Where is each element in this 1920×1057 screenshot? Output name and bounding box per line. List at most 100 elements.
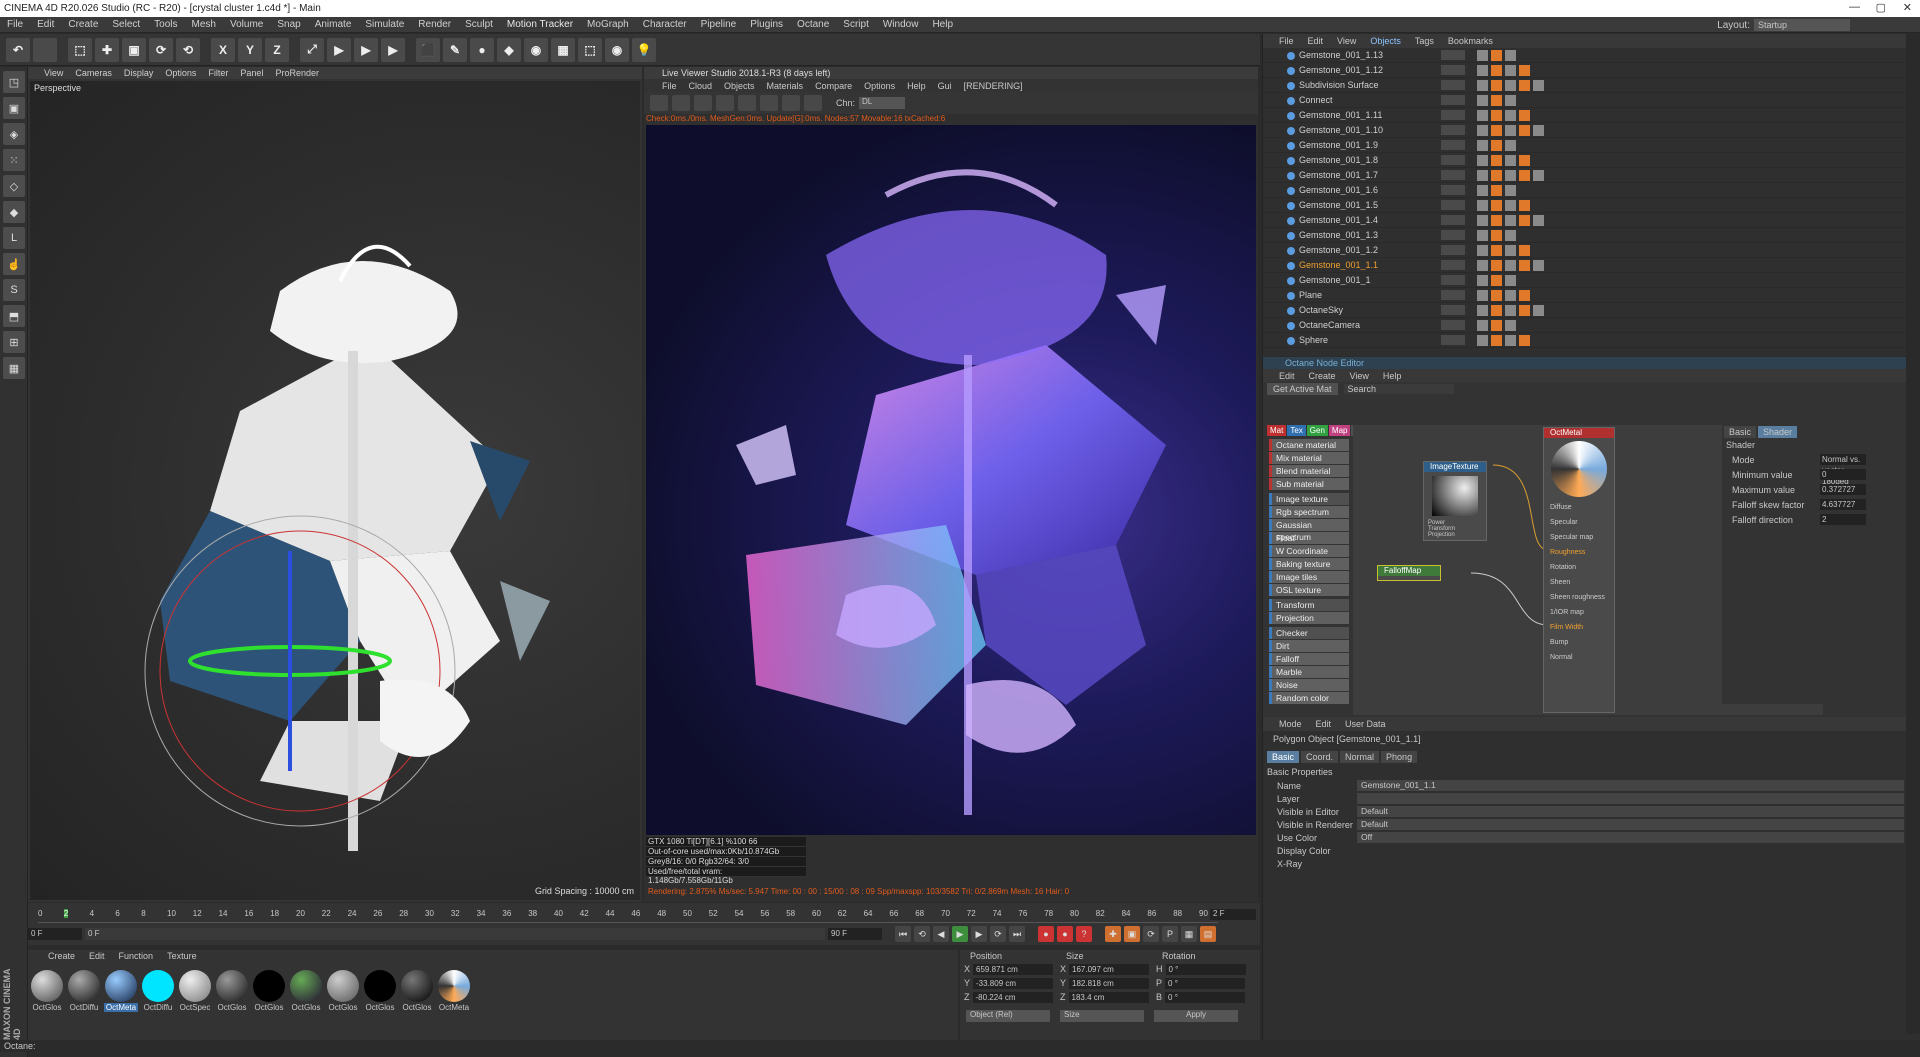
visibility-flags[interactable] (1441, 245, 1465, 255)
object-row[interactable]: Gemstone_001_1.11 (1263, 108, 1920, 123)
param-value[interactable]: 4.637727 (1820, 499, 1866, 510)
material-tag-icon[interactable] (1505, 214, 1516, 226)
toolbar-button-10[interactable]: ⤢ (300, 37, 324, 62)
material-tag-icon[interactable] (1491, 304, 1502, 316)
coord-value[interactable]: 183.4 cm (1068, 991, 1149, 1003)
node-tab-shader[interactable]: Shader (1758, 426, 1798, 438)
material-tag-icon[interactable] (1533, 124, 1544, 136)
material-tag-icon[interactable] (1505, 259, 1516, 271)
toolbar-button-17[interactable]: ◆ (497, 37, 521, 62)
viewport-menu-options[interactable]: Options (165, 68, 196, 78)
toolbar-button-9[interactable]: Z (265, 37, 289, 62)
menu-plugins[interactable]: Plugins (743, 19, 790, 30)
material-tag-icon[interactable] (1533, 259, 1544, 271)
material-item[interactable]: OctGlos (363, 970, 397, 1012)
material-tag-icon[interactable] (1519, 214, 1530, 226)
material-tag-icon[interactable] (1491, 124, 1502, 136)
material-tag-icon[interactable] (1477, 214, 1488, 226)
material-tag-icon[interactable] (1505, 124, 1516, 136)
material-tag-icon[interactable] (1519, 244, 1530, 256)
material-item[interactable]: OctDiffu (141, 970, 175, 1012)
close-button[interactable]: ✕ (1903, 1, 1912, 14)
material-tag-icon[interactable] (1505, 109, 1516, 121)
record-icon[interactable]: ● (1038, 926, 1054, 942)
node-type-item[interactable]: Octane material (1269, 439, 1349, 451)
start-frame-field[interactable]: 0 F (28, 928, 82, 940)
node-menu-help[interactable]: Help (1383, 371, 1402, 381)
visibility-flags[interactable] (1441, 335, 1465, 345)
play-icon[interactable]: ▶ (952, 926, 968, 942)
material-menu-function[interactable]: Function (119, 951, 154, 961)
end-frame-field[interactable]: 90 F (828, 928, 882, 940)
material-tag-icon[interactable] (1519, 169, 1530, 181)
get-active-mat-button[interactable]: Get Active Mat (1267, 383, 1338, 395)
node-cat-map[interactable]: Map (1328, 425, 1351, 436)
material-tag-icon[interactable] (1491, 154, 1502, 166)
material-tag-icon[interactable] (1491, 259, 1502, 271)
object-row[interactable]: Gemstone_001_1.9 (1263, 138, 1920, 153)
material-tag-icon[interactable] (1505, 244, 1516, 256)
next-frame-icon[interactable]: ▶ (971, 926, 987, 942)
layout-dropdown[interactable]: Startup (1754, 19, 1850, 31)
menu-create[interactable]: Create (61, 19, 105, 30)
tweak-icon[interactable]: ☝ (3, 253, 25, 275)
material-item[interactable]: OctGlos (215, 970, 249, 1012)
toolbar-button-11[interactable]: ▶ (327, 37, 351, 62)
material-tag-icon[interactable] (1491, 64, 1502, 76)
lock-icon[interactable]: ⊞ (3, 331, 25, 353)
material-tag-icon[interactable] (1477, 94, 1488, 106)
node-menu-view[interactable]: View (1350, 371, 1369, 381)
attr-menu-2[interactable]: User Data (1345, 719, 1386, 729)
menu-window[interactable]: Window (876, 19, 926, 30)
falloff-map-node[interactable]: FalloffMap (1377, 565, 1441, 581)
viewport-menu-cameras[interactable]: Cameras (75, 68, 112, 78)
property-value[interactable] (1357, 793, 1904, 804)
keyframe-selection-icon[interactable]: ? (1076, 926, 1092, 942)
live-menu-5[interactable]: Options (864, 81, 895, 91)
param-key-icon[interactable]: P (1162, 926, 1178, 942)
node-cat-tex[interactable]: Tex (1287, 425, 1306, 436)
material-tag-icon[interactable] (1505, 274, 1516, 286)
object-row[interactable]: Gemstone_001_1.5 (1263, 198, 1920, 213)
material-tag-icon[interactable] (1477, 274, 1488, 286)
object-row[interactable]: OctaneCamera (1263, 318, 1920, 333)
node-type-item[interactable]: Checker (1269, 627, 1349, 639)
object-row[interactable]: Plane (1263, 288, 1920, 303)
param-value[interactable]: 0.372727 (1820, 484, 1866, 495)
om-menu-bookmarks[interactable]: Bookmarks (1448, 36, 1493, 46)
material-pin[interactable]: Specular (1544, 515, 1614, 530)
toolbar-button-0[interactable]: ↶ (6, 37, 30, 62)
node-type-item[interactable]: Projection (1269, 612, 1349, 624)
material-item[interactable]: OctMeta (437, 970, 471, 1012)
param-value[interactable]: 2 (1820, 514, 1866, 525)
toolbar-button-16[interactable]: ● (470, 37, 494, 62)
menu-render[interactable]: Render (411, 19, 458, 30)
rotation-key-icon[interactable]: ⟳ (1143, 926, 1159, 942)
material-tag-icon[interactable] (1505, 184, 1516, 196)
apply-button[interactable]: Apply (1154, 1010, 1238, 1022)
coord-value[interactable]: 0 ° (1165, 963, 1246, 975)
viewport-canvas[interactable]: Perspective Grid Spacing : 10000 cm (30, 81, 640, 900)
live-menu-3[interactable]: Materials (767, 81, 804, 91)
node-type-item[interactable]: Random color (1269, 692, 1349, 704)
region-icon[interactable] (716, 95, 734, 111)
material-item[interactable]: OctDiffu (67, 970, 101, 1012)
material-tag-icon[interactable] (1491, 199, 1502, 211)
autokey-icon[interactable]: ● (1057, 926, 1073, 942)
restart-icon[interactable] (672, 95, 690, 111)
visibility-flags[interactable] (1441, 65, 1465, 75)
node-search-input[interactable]: Search (1343, 384, 1454, 394)
node-type-item[interactable]: Marble (1269, 666, 1349, 678)
material-item[interactable]: OctGlos (400, 970, 434, 1012)
material-tag-icon[interactable] (1491, 139, 1502, 151)
material-pin[interactable]: Specular map (1544, 530, 1614, 545)
om-menu-view[interactable]: View (1337, 36, 1356, 46)
snap-icon[interactable]: S (3, 279, 25, 301)
next-key-icon[interactable]: ⟳ (990, 926, 1006, 942)
material-tag-icon[interactable] (1477, 184, 1488, 196)
material-tag-icon[interactable] (1505, 319, 1516, 331)
grid-icon[interactable]: ▦ (3, 357, 25, 379)
go-end-icon[interactable]: ⏭ (1009, 926, 1025, 942)
menu-octane[interactable]: Octane (790, 19, 836, 30)
om-menu-file[interactable]: File (1279, 36, 1294, 46)
